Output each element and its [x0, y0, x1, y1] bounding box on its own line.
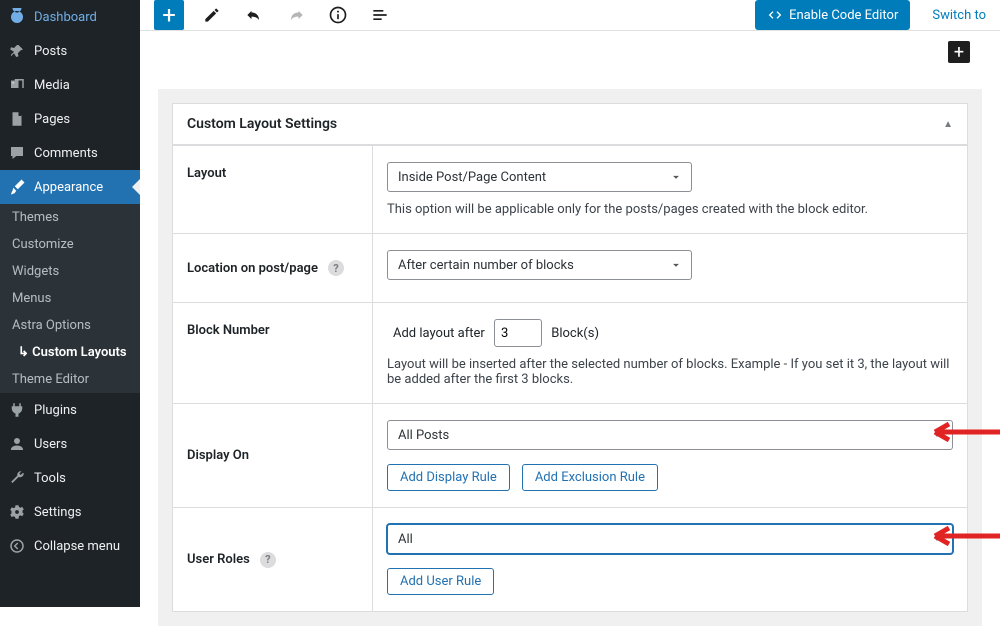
sidebar-item-tools[interactable]: Tools	[0, 461, 140, 495]
pin-icon	[8, 42, 26, 60]
outline-button[interactable]	[366, 1, 394, 29]
add-exclusion-rule-button[interactable]: Add Exclusion Rule	[522, 464, 658, 491]
undo-button[interactable]	[240, 1, 268, 29]
layout-select[interactable]: Inside Post/Page Content	[387, 162, 692, 192]
switch-to-link[interactable]: Switch to	[932, 8, 986, 23]
submenu-widgets[interactable]: Widgets	[0, 258, 140, 285]
display-on-select[interactable]: All Posts	[387, 420, 953, 450]
add-user-rule-button[interactable]: Add User Rule	[387, 568, 494, 595]
collapse-icon: ▲	[943, 119, 953, 130]
sidebar-label: Collapse menu	[34, 539, 120, 554]
add-block-inline-button[interactable]: +	[948, 41, 970, 63]
dashboard-icon	[8, 8, 26, 26]
panel-title: Custom Layout Settings	[187, 116, 337, 132]
help-icon[interactable]: ?	[260, 552, 276, 568]
sidebar-item-users[interactable]: Users	[0, 427, 140, 461]
submenu-themes[interactable]: Themes	[0, 204, 140, 231]
user-roles-select[interactable]: All	[387, 524, 953, 554]
sidebar-label: Posts	[34, 44, 67, 59]
redo-button[interactable]	[282, 1, 310, 29]
appearance-submenu: Themes Customize Widgets Menus Astra Opt…	[0, 204, 140, 393]
comment-icon	[8, 144, 26, 162]
block-number-input[interactable]	[494, 319, 542, 347]
edit-mode-button[interactable]	[198, 1, 226, 29]
sidebar-item-plugins[interactable]: Plugins	[0, 393, 140, 427]
user-icon	[8, 435, 26, 453]
display-on-label: Display On	[173, 404, 373, 507]
sidebar-item-posts[interactable]: Posts	[0, 34, 140, 68]
location-select[interactable]: After certain number of blocks	[387, 250, 692, 280]
enable-code-editor-button[interactable]: Enable Code Editor	[755, 0, 910, 30]
panel-header[interactable]: Custom Layout Settings ▲	[173, 104, 967, 145]
submenu-customize[interactable]: Customize	[0, 231, 140, 258]
editor-canvas: + Custom Layout Settings ▲ Layout Inside…	[140, 31, 1000, 626]
block-number-description: Layout will be inserted after the select…	[387, 357, 953, 387]
sidebar-item-media[interactable]: Media	[0, 68, 140, 102]
editor-toolbar: + Enable Code Editor Switch to	[140, 0, 1000, 31]
location-label: Location on post/page ?	[173, 234, 373, 302]
add-display-rule-button[interactable]: Add Display Rule	[387, 464, 510, 491]
collapse-icon	[8, 537, 26, 555]
settings-icon	[8, 503, 26, 521]
sidebar-label: Users	[34, 437, 67, 452]
sidebar-label: Plugins	[34, 403, 77, 418]
sidebar-label: Appearance	[34, 180, 103, 195]
plug-icon	[8, 401, 26, 419]
admin-sidebar: Dashboard Posts Media Pages Comments App…	[0, 0, 140, 607]
layout-description: This option will be applicable only for …	[387, 202, 953, 217]
sidebar-label: Comments	[34, 146, 98, 161]
block-number-label: Block Number	[173, 303, 373, 403]
media-icon	[8, 76, 26, 94]
custom-layout-settings-panel: Custom Layout Settings ▲ Layout Inside P…	[172, 103, 968, 612]
add-block-button[interactable]: +	[154, 0, 184, 30]
sidebar-item-settings[interactable]: Settings	[0, 495, 140, 529]
sidebar-item-comments[interactable]: Comments	[0, 136, 140, 170]
sidebar-item-collapse[interactable]: Collapse menu	[0, 529, 140, 563]
brush-icon	[8, 178, 26, 196]
submenu-custom-layouts[interactable]: ↳ Custom Layouts	[0, 339, 140, 366]
submenu-menus[interactable]: Menus	[0, 285, 140, 312]
sidebar-label: Dashboard	[34, 10, 97, 25]
sidebar-item-dashboard[interactable]: Dashboard	[0, 0, 140, 34]
sidebar-label: Media	[34, 78, 70, 93]
page-icon	[8, 110, 26, 128]
code-icon	[767, 7, 783, 23]
help-icon[interactable]: ?	[328, 260, 344, 276]
layout-label: Layout	[173, 146, 373, 233]
sidebar-label: Pages	[34, 112, 70, 127]
sidebar-label: Tools	[34, 471, 66, 486]
info-button[interactable]	[324, 1, 352, 29]
editor-main: + Enable Code Editor Switch to + Custom …	[140, 0, 1000, 607]
submenu-astra-options[interactable]: Astra Options	[0, 312, 140, 339]
sidebar-item-pages[interactable]: Pages	[0, 102, 140, 136]
user-roles-label: User Roles ?	[173, 508, 373, 611]
wrench-icon	[8, 469, 26, 487]
submenu-theme-editor[interactable]: Theme Editor	[0, 366, 140, 393]
sidebar-item-appearance[interactable]: Appearance	[0, 170, 140, 204]
sidebar-label: Settings	[34, 505, 81, 520]
